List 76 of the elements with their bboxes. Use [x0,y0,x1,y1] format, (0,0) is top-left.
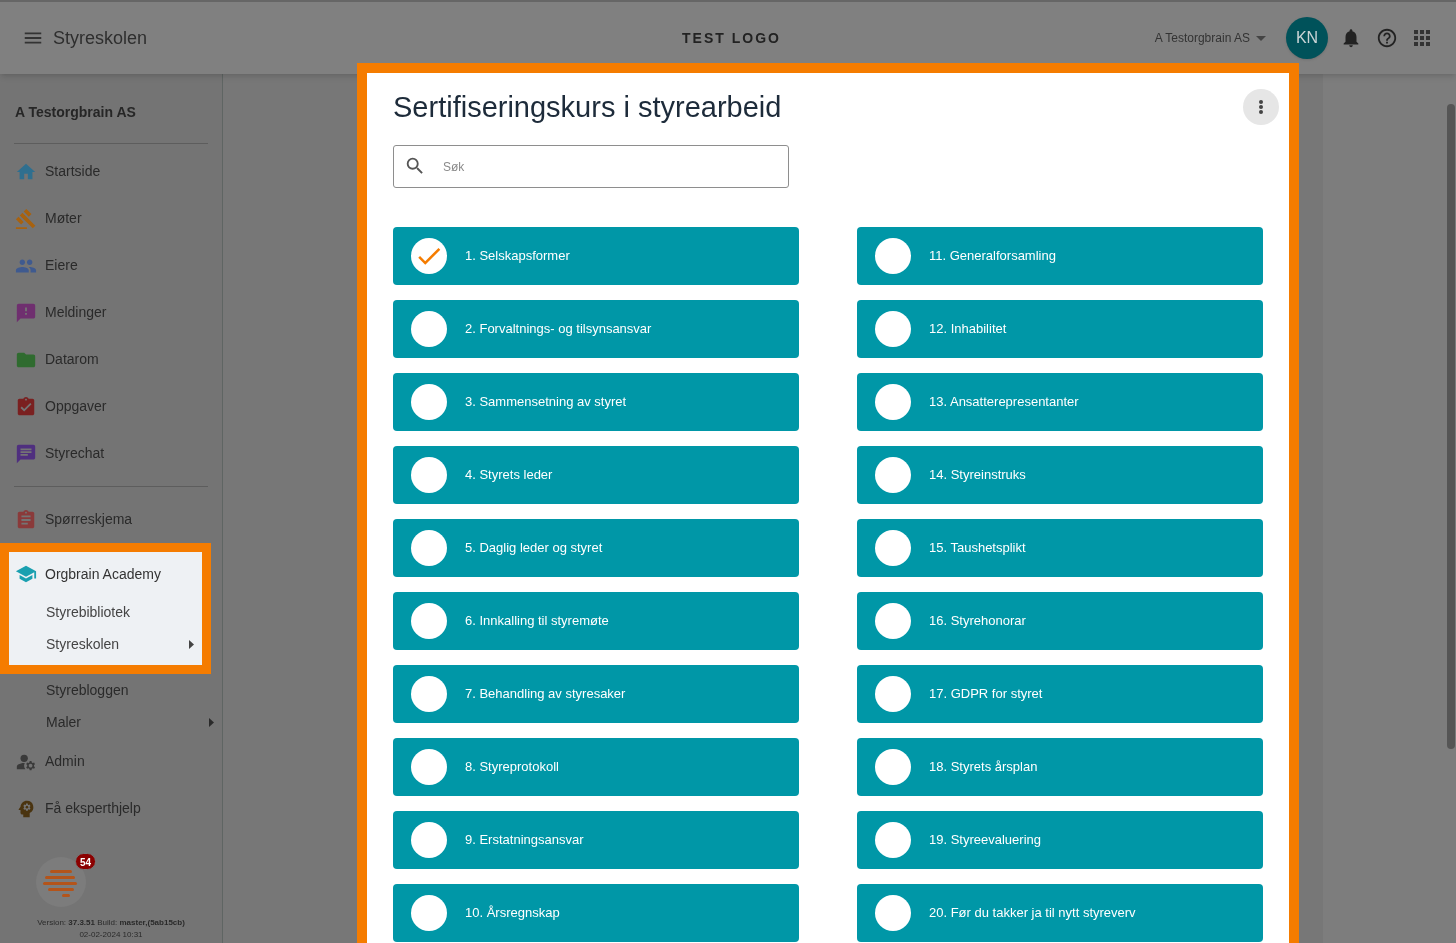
lesson-title: 9. Erstatningsansvar [465,831,584,850]
submenu-item[interactable]: Styrebloggen [0,674,222,706]
lesson-card[interactable]: 3. Sammensetning av styret [393,373,799,431]
lesson-title: 11. Generalforsamling [929,247,1056,266]
graduation-cap-icon [15,563,37,585]
lesson-title: 19. Styreevaluering [929,831,1041,850]
search-icon [404,155,426,177]
lesson-title: 18. Styrets årsplan [929,758,1038,777]
lesson-title: 12. Inhabilitet [929,320,1007,339]
lesson-card[interactable]: 15. Taushetsplikt [857,519,1263,577]
lesson-card[interactable]: 9. Erstatningsansvar [393,811,799,869]
lesson-card[interactable]: 20. Før du takker ja til nytt styreverv [857,884,1263,942]
sidebar-item[interactable]: Eiere [0,242,222,289]
app-title: Styreskolen [53,26,148,50]
more-icon [1259,100,1263,114]
chat-icon [15,442,37,465]
clipboard-icon [15,508,37,531]
lesson-title: 4. Styrets leder [465,466,553,485]
lesson-title: 8. Styreprotokoll [465,758,559,777]
sidebar-item[interactable]: Admin [0,738,222,785]
lesson-title: 10. Årsregnskap [465,904,560,923]
sidebar-item[interactable]: Startside [0,148,222,195]
lesson-title: 14. Styreinstruks [929,466,1026,485]
lesson-card[interactable]: 2. Forvaltnings- og tilsynsansvar [393,300,799,358]
lesson-card[interactable]: 13. Ansatterepresentanter [857,373,1263,431]
lesson-card[interactable]: 14. Styreinstruks [857,446,1263,504]
lesson-title: 16. Styrehonorar [929,612,1026,631]
lesson-card[interactable]: 6. Innkalling til styremøte [393,592,799,650]
logo-text: TEST LOGO [682,28,781,48]
avatar[interactable]: KN [1286,17,1328,59]
lesson-card[interactable]: 16. Styrehonorar [857,592,1263,650]
lesson-title: 3. Sammensetning av styret [465,393,627,412]
lesson-card[interactable]: 17. GDPR for styret [857,665,1263,723]
lesson-title: 7. Behandling av styresaker [465,685,626,704]
organization-dropdown[interactable]: A Testorgbrain AS [1154,29,1266,47]
task-icon [15,395,37,418]
lesson-title: 6. Innkalling til styremøte [465,612,609,631]
lesson-card[interactable]: 7. Behandling av styresaker [393,665,799,723]
sidebar-item[interactable]: Styrechat [0,430,222,477]
sidebar-item[interactable]: Få eksperthjelp [0,785,222,832]
search-field[interactable]: Søk [393,145,789,188]
gavel-icon [15,207,37,230]
alert-message-icon [15,301,37,324]
lesson-card[interactable]: 11. Generalforsamling [857,227,1263,285]
lesson-card[interactable]: 4. Styrets leder [393,446,799,504]
build-date: 02-02-2024 10:31 [79,929,143,941]
help-icon[interactable] [1376,27,1398,49]
notification-badge: 54 [74,853,96,870]
lesson-card[interactable]: 8. Styreprotokoll [393,738,799,796]
sidebar-item[interactable]: Datarom [0,336,222,383]
sidebar-item[interactable]: Oppgaver [0,383,222,430]
lesson-title: 20. Før du takker ja til nytt styreverv [929,904,1136,923]
course-title: Sertifiseringskurs i styrearbeid [393,90,782,125]
lesson-card[interactable]: 10. Årsregnskap [393,884,799,942]
lesson-title: 13. Ansatterepresentanter [929,393,1079,412]
lesson-card[interactable]: 5. Daglig leder og styret [393,519,799,577]
lesson-title: 2. Forvaltnings- og tilsynsansvar [465,320,652,339]
lesson-card[interactable]: 1. Selskapsformer [393,227,799,285]
submenu-item[interactable]: Styrebibliotek [0,596,202,628]
caret-icon [1256,35,1266,41]
sidebar-item[interactable]: Meldinger [0,289,222,336]
lesson-title: 5. Daglig leder og styret [465,539,603,558]
lesson-card[interactable]: 18. Styrets årsplan [857,738,1263,796]
submenu-item[interactable]: Maler [0,706,222,738]
lesson-title: 1. Selskapsformer [465,247,570,266]
lesson-card[interactable]: 12. Inhabilitet [857,300,1263,358]
lesson-card[interactable]: 19. Styreevaluering [857,811,1263,869]
more-button[interactable] [1243,89,1279,125]
sidebar-organization: A Testorgbrain AS [15,103,137,122]
submenu-item[interactable]: Styreskolen [0,628,202,660]
version-text: Version: 37.3.51 Build: master,(5ab15cb) [37,917,185,929]
sidebar-item[interactable]: Møter [0,195,222,242]
lesson-title: 17. GDPR for styret [929,685,1043,704]
sidebar-item[interactable]: Orgbrain Academy [9,552,202,596]
lesson-title: 15. Taushetsplikt [929,539,1026,558]
sidebar-item[interactable]: Spørreskjema [0,496,222,543]
